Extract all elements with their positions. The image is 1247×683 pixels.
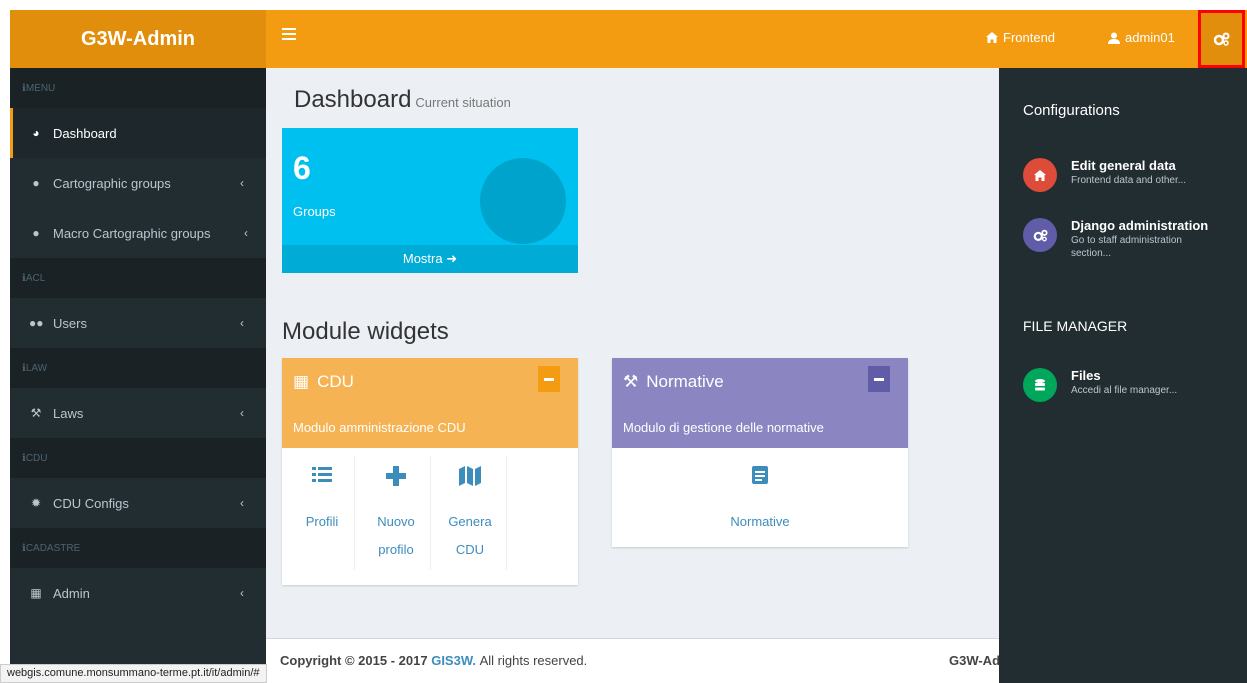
sidebar-item-laws[interactable]: ⚒ Laws ‹ xyxy=(10,388,266,438)
sidebar-toggle-icon[interactable] xyxy=(282,28,296,42)
home-icon xyxy=(1023,158,1057,192)
control-sidebar: Configurations Edit general data Fronten… xyxy=(999,68,1247,683)
plus-icon xyxy=(386,466,406,490)
building-icon: ▦ xyxy=(30,586,42,600)
sidebar-header-cadastre: ℹ CADASTRE xyxy=(10,528,266,568)
user-menu[interactable]: admin01 xyxy=(1108,30,1175,45)
chevron-left-icon: ‹ xyxy=(240,496,244,510)
frontend-label: Frontend xyxy=(1003,30,1056,45)
sidebar-item-dashboard[interactable]: ◕ Dashboard xyxy=(10,108,266,158)
sidebar-header-acl: ℹ ACL xyxy=(10,258,266,298)
sidebar-item-cdu-configs[interactable]: ✹ CDU Configs ‹ xyxy=(10,478,266,528)
globe-icon: ● xyxy=(32,176,40,190)
nuovo-profilo-label: Nuovo profilo xyxy=(377,514,415,557)
gavel-icon: ⚒ xyxy=(30,406,42,420)
file-text-icon xyxy=(752,466,768,490)
page-title: Dashboard Current situation xyxy=(294,86,511,113)
footer-app-name: G3W-Admin xyxy=(949,653,999,668)
page-subtitle: Current situation xyxy=(415,95,511,110)
top-navbar: Frontend admin01 xyxy=(266,10,1247,68)
globe-icon: ● xyxy=(32,226,40,240)
django-administration-link[interactable]: Django administration Go to staff admini… xyxy=(1023,218,1211,260)
users-icon: ●● xyxy=(29,316,44,330)
company-link[interactable]: GIS3W. xyxy=(431,653,476,668)
stat-value: 6 xyxy=(293,150,311,186)
sidebar-item-label: Laws xyxy=(53,405,84,421)
collapse-button[interactable] xyxy=(538,366,560,392)
normative-widget-title: ⚒ Normative xyxy=(623,372,724,391)
sidebar-item-users[interactable]: ●● Users ‹ xyxy=(10,298,266,348)
main-footer: Copyright © 2015 - 2017 GIS3W. All right… xyxy=(266,638,999,683)
user-icon xyxy=(1108,32,1120,44)
chevron-left-icon: ‹ xyxy=(240,316,244,330)
sidebar-item-label: Admin xyxy=(53,585,90,601)
browser-status-url: webgis.comune.monsummano-terme.pt.it/it/… xyxy=(0,664,267,683)
content-wrapper: Dashboard Current situation 6 Groups Most… xyxy=(266,68,999,683)
sidebar-item-label: Users xyxy=(53,315,87,331)
dashboard-icon: ◕ xyxy=(32,126,40,140)
normative-label: Normative xyxy=(730,514,790,529)
chevron-left-icon: ‹ xyxy=(240,176,244,190)
sidebar-header-menu: ℹ MENU xyxy=(10,68,266,108)
chevron-left-icon: ‹ xyxy=(240,586,244,600)
normative-widget: ⚒ Normative Modulo di gestione delle nor… xyxy=(612,358,908,547)
module-widgets-title: Module widgets xyxy=(282,318,449,345)
genera-cdu-label: Genera CDU xyxy=(448,514,492,557)
sidebar-item-label: Macro Cartographic groups xyxy=(53,225,211,241)
chevron-left-icon: ‹ xyxy=(240,406,244,420)
gears-icon xyxy=(1213,32,1230,46)
profili-label: Profili xyxy=(305,514,339,529)
map-icon xyxy=(459,466,481,490)
gears-icon xyxy=(1023,218,1057,252)
nuovo-profilo-link[interactable]: Nuovo profilo xyxy=(362,448,430,575)
files-link[interactable]: Files Accedi al file manager... xyxy=(1023,368,1211,402)
frontend-link[interactable]: Frontend xyxy=(986,30,1055,45)
cdu-widget: ▦ CDU Modulo amministrazione CDU Profili… xyxy=(282,358,578,585)
building-icon: ▦ xyxy=(293,372,310,391)
home-icon xyxy=(986,32,998,43)
edit-general-data-link[interactable]: Edit general data Frontend data and othe… xyxy=(1023,158,1211,192)
stat-more-link[interactable]: Mostra ➜ xyxy=(282,245,578,273)
sidebar-item-label: CDU Configs xyxy=(53,495,129,511)
groups-stat-box: 6 Groups Mostra ➜ xyxy=(282,128,578,273)
genera-cdu-link[interactable]: Genera CDU xyxy=(434,448,506,575)
profili-link[interactable]: Profili xyxy=(292,448,352,575)
app-logo[interactable]: G3W-Admin xyxy=(10,10,266,68)
globe-icon xyxy=(480,158,566,244)
stat-label: Groups xyxy=(293,204,336,219)
list-icon xyxy=(312,466,332,490)
cdu-widget-subtitle: Modulo amministrazione CDU xyxy=(293,420,466,435)
database-icon xyxy=(1023,368,1057,402)
sidebar-header-law: ℹ LAW xyxy=(10,348,266,388)
sidebar-header-cdu: ℹ CDU xyxy=(10,438,266,478)
gear-icon: ✹ xyxy=(30,496,42,510)
configurations-heading: Configurations xyxy=(1023,102,1120,119)
normative-link[interactable]: Normative xyxy=(612,448,908,575)
gavel-icon: ⚒ xyxy=(623,372,639,391)
cdu-widget-title: ▦ CDU xyxy=(293,372,354,391)
sidebar-item-label: Cartographic groups xyxy=(53,175,171,191)
copyright-text: Copyright © 2015 - 2017 GIS3W. All right… xyxy=(280,653,588,668)
collapse-button[interactable] xyxy=(868,366,890,392)
sidebar-item-admin[interactable]: ▦ Admin ‹ xyxy=(10,568,266,618)
main-sidebar: ℹ MENU ◕ Dashboard ● Cartographic groups … xyxy=(10,68,266,683)
sidebar-item-label: Dashboard xyxy=(53,125,117,141)
arrow-circle-right-icon: ➜ xyxy=(446,251,458,266)
control-sidebar-toggle[interactable] xyxy=(1198,10,1245,68)
user-label: admin01 xyxy=(1125,30,1175,45)
file-manager-heading: FILE MANAGER xyxy=(1023,318,1128,334)
sidebar-item-macro-cartographic-groups[interactable]: ● Macro Cartographic groups ‹ xyxy=(10,208,266,258)
normative-widget-subtitle: Modulo di gestione delle normative xyxy=(623,420,824,435)
chevron-left-icon: ‹ xyxy=(244,226,248,240)
sidebar-item-cartographic-groups[interactable]: ● Cartographic groups ‹ xyxy=(10,158,266,208)
